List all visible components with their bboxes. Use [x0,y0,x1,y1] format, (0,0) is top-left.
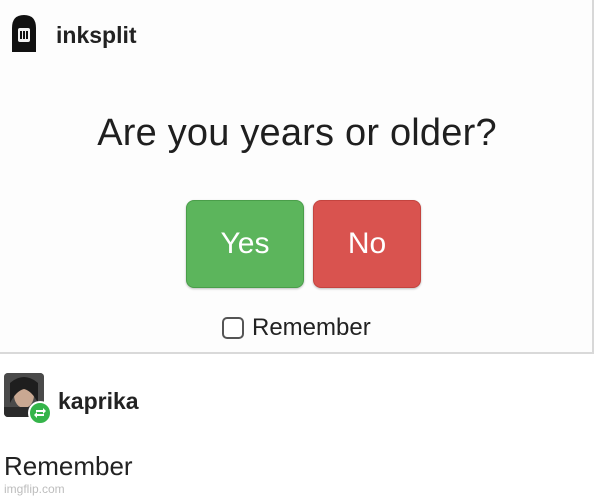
reblog-icon [28,401,52,425]
yes-button[interactable]: Yes [186,200,304,288]
remember-checkbox[interactable] [222,317,244,339]
remember-row[interactable]: Remember [222,313,371,343]
reply-author-username[interactable]: kaprika [58,388,139,415]
remember-label: Remember [252,314,371,341]
watermark: imgflip.com [4,482,65,496]
original-post: inksplit Are you years or older? Yes No … [0,0,594,352]
post-author-username[interactable]: inksplit [56,22,137,49]
no-button[interactable]: No [313,200,421,288]
post-divider [0,352,594,354]
hooded-figure-avatar[interactable] [6,12,42,54]
reply-text: Remember [4,451,133,481]
page: inksplit Are you years or older? Yes No … [0,0,594,499]
age-question: Are you years or older? [97,112,497,154]
